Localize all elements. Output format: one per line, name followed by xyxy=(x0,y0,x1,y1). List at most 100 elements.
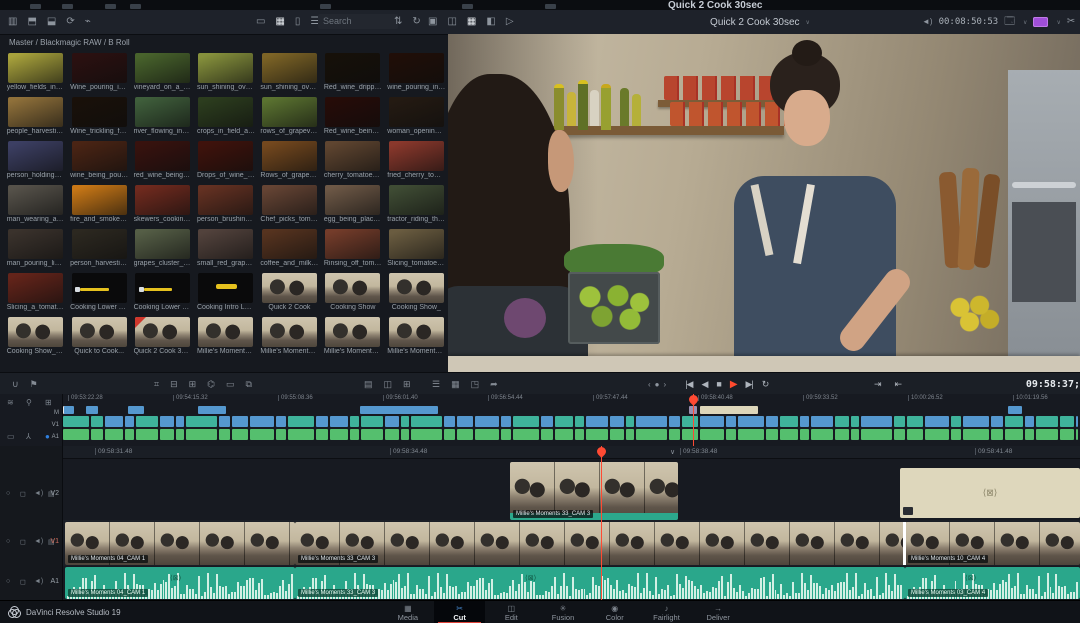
media-clip[interactable]: Slicing_tomatoes_... xyxy=(385,227,448,271)
media-clip[interactable]: Millie's Moments ... xyxy=(258,315,321,359)
media-clip[interactable]: river_flowing_in_t... xyxy=(131,95,194,139)
track-control-icon[interactable]: ◄) xyxy=(34,538,43,545)
dual-screen-icon[interactable]: ◫ xyxy=(447,17,456,27)
timeline-overview[interactable]: ≋⚲⊞▭⅄●MV1A1 09:53:22.2809:54:15.3209:55:… xyxy=(0,394,1080,447)
track-control-icon[interactable]: ◻ xyxy=(20,578,26,586)
timeline-audio-clip[interactable]: Millie's Moments 04_CAM 1 xyxy=(65,567,295,599)
split-clip-icon[interactable]: ⌗ xyxy=(154,379,159,390)
tab-deliver[interactable]: →Deliver xyxy=(692,601,744,623)
overview-header-icon[interactable]: ≋ xyxy=(7,398,14,407)
media-clip[interactable]: egg_being_placed... xyxy=(321,183,384,227)
media-clip[interactable]: cherry_tomatoes_... xyxy=(321,139,384,183)
track-control-icon[interactable]: ◻ xyxy=(20,538,26,546)
timeline-detail[interactable]: 09:58:31.4809:58:34.4809:58:38.4809:58:4… xyxy=(0,446,1080,600)
media-clip[interactable]: Slicing_a_tomato_... xyxy=(4,271,67,315)
go-to-first-frame-button[interactable]: |◀ xyxy=(685,379,692,390)
history-icon[interactable]: ↻ xyxy=(412,17,420,27)
trim-end-icon[interactable]: ⊞ xyxy=(189,379,197,390)
overview-mode-icon[interactable]: ▭ xyxy=(7,432,15,441)
media-clip[interactable]: grapes_cluster_on... xyxy=(131,227,194,271)
media-clip[interactable]: yellow_fields_in_bl... xyxy=(4,51,67,95)
media-clip[interactable]: Rows_of_grape_tr... xyxy=(258,139,321,183)
edit-point-indicator[interactable] xyxy=(903,522,906,565)
jog-control[interactable]: ‹●› xyxy=(648,380,666,389)
preview-clip-icon[interactable]: ▷ xyxy=(506,17,514,27)
media-clip[interactable]: Wine_pouring_int... xyxy=(67,51,130,95)
media-clip[interactable]: Red_wine_being_p... xyxy=(321,95,384,139)
media-clip[interactable]: person_harvestin... xyxy=(67,227,130,271)
breadcrumb[interactable]: Master / Blackmagic RAW / B Roll xyxy=(9,38,130,47)
track-control-icon[interactable]: ◻ xyxy=(20,490,26,498)
search-input[interactable]: Search xyxy=(318,14,398,29)
strip-view-icon[interactable]: ▭ xyxy=(256,17,265,27)
monitor-icon[interactable]: 🗔 xyxy=(1004,17,1015,27)
media-clip[interactable]: Millie's Moments ... xyxy=(385,315,448,359)
media-clip[interactable]: people_harvesting... xyxy=(4,95,67,139)
media-clip[interactable]: Red_wine_drippin... xyxy=(321,51,384,95)
track-control-icon[interactable]: ○ xyxy=(6,538,10,545)
overview-region[interactable]: 09:53:22.2809:54:15.3209:55:08.3609:56:0… xyxy=(63,394,1080,446)
media-clip[interactable]: person_brushing_... xyxy=(194,183,257,227)
go-to-last-frame-button[interactable]: ▶| xyxy=(746,379,753,390)
viewer-video[interactable] xyxy=(448,34,1080,372)
transition-panel-icon[interactable]: ▦ xyxy=(451,379,460,390)
media-clip[interactable]: fried_cherry_toma... xyxy=(385,139,448,183)
tab-fusion[interactable]: ✳Fusion xyxy=(537,601,589,623)
media-clip[interactable]: person_holding_a... xyxy=(4,139,67,183)
media-clip[interactable]: woman_opening_... xyxy=(385,95,448,139)
media-clip[interactable]: skewers_cooking_... xyxy=(131,183,194,227)
media-clip[interactable]: Quick 2 Cook 30sec xyxy=(131,315,194,359)
timeline-selector[interactable]: Quick 2 Cook 30sec ∨ xyxy=(620,10,900,34)
import-media-icon[interactable]: ⬒ xyxy=(27,17,36,27)
filmstrip-view-icon[interactable]: ▯ xyxy=(295,17,301,27)
chevron-down-icon[interactable]: ∨ xyxy=(1056,19,1060,26)
tab-media[interactable]: ▦Media xyxy=(382,601,434,623)
media-clip[interactable]: Cooking Show_ xyxy=(385,271,448,315)
track-control-icon[interactable]: ○ xyxy=(6,490,10,497)
timeline-video-clip[interactable]: Millie's Moments 33_CAM 3 xyxy=(295,522,905,565)
media-clip[interactable]: Quick to Cook... xyxy=(67,315,130,359)
overview-track-m[interactable] xyxy=(63,406,1080,414)
media-pool-color-icon[interactable] xyxy=(1033,17,1048,27)
track-control-icon[interactable]: ◄) xyxy=(34,578,43,585)
proxy-view-icon[interactable]: ◧ xyxy=(486,17,495,27)
timeline-options-icon[interactable]: ▤ xyxy=(364,379,373,390)
sync-clips-icon[interactable]: ⟳ xyxy=(66,17,74,27)
media-clip[interactable]: Cooking Intro Log... xyxy=(194,271,257,315)
zoom-options-icon[interactable]: ⊞ xyxy=(403,379,411,390)
media-clip[interactable]: coffee_and_milk_b... xyxy=(258,227,321,271)
media-clip[interactable]: sun_shining_over... xyxy=(194,51,257,95)
media-clip[interactable]: Drops_of_wine_sp... xyxy=(194,139,257,183)
timeline-video-clip[interactable]: Millie's Moments 33_CAM 3 xyxy=(510,462,678,520)
audio-meter-icon[interactable]: ◄) xyxy=(922,18,933,26)
trim-start-icon[interactable]: ⊟ xyxy=(170,379,178,390)
timeline-video-clip[interactable]: Millie's Moments 10_CAM 4 xyxy=(905,522,1080,565)
overview-header-icon[interactable]: ⊞ xyxy=(45,398,52,407)
overview-mode-icon[interactable]: ● xyxy=(45,432,50,441)
loop-button[interactable]: ↻ xyxy=(762,379,769,390)
track-control-icon[interactable]: ◄) xyxy=(34,490,43,497)
media-clip[interactable]: Cooking Lower Thi... xyxy=(67,271,130,315)
media-clip[interactable]: Cooking Show xyxy=(321,271,384,315)
media-clip[interactable]: rows_of_grapevin... xyxy=(258,95,321,139)
camera-tool-icon[interactable]: ◳ xyxy=(471,379,480,390)
thumbnail-view-icon[interactable]: ▦ xyxy=(275,17,284,27)
overview-header-icon[interactable]: ⚲ xyxy=(26,398,32,407)
timeline-audio-clip[interactable]: Millie's Moments 33_CAM 3 xyxy=(295,567,905,599)
timeline-video-clip[interactable]: Millie's Moments 04_CAM 1 xyxy=(65,522,295,565)
place-on-top-icon[interactable]: ⧉ xyxy=(246,379,252,390)
media-clip[interactable]: fire_and_smoke_c... xyxy=(67,183,130,227)
smart-insert-icon[interactable]: ⌬ xyxy=(207,379,215,390)
detail-playhead-pin[interactable] xyxy=(595,445,608,458)
media-clip[interactable]: Wine_trickling_fro... xyxy=(67,95,130,139)
media-clip[interactable]: crops_in_field_at... xyxy=(194,95,257,139)
media-clip[interactable]: wine_being_poure... xyxy=(67,139,130,183)
media-pool-toggle-icon[interactable]: ▥ xyxy=(8,17,17,27)
export-quick-icon[interactable]: ➦ xyxy=(490,379,498,390)
media-clip[interactable]: Rinsing_off_tomat... xyxy=(321,227,384,271)
add-marker-icon[interactable]: ⚑ xyxy=(30,379,38,390)
media-clip[interactable]: sun_shining_over_... xyxy=(258,51,321,95)
media-clip[interactable]: man_pouring_liqu... xyxy=(4,227,67,271)
media-clip[interactable]: wine_pouring_into... xyxy=(385,51,448,95)
tools-panel-icon[interactable]: ☰ xyxy=(432,379,440,390)
